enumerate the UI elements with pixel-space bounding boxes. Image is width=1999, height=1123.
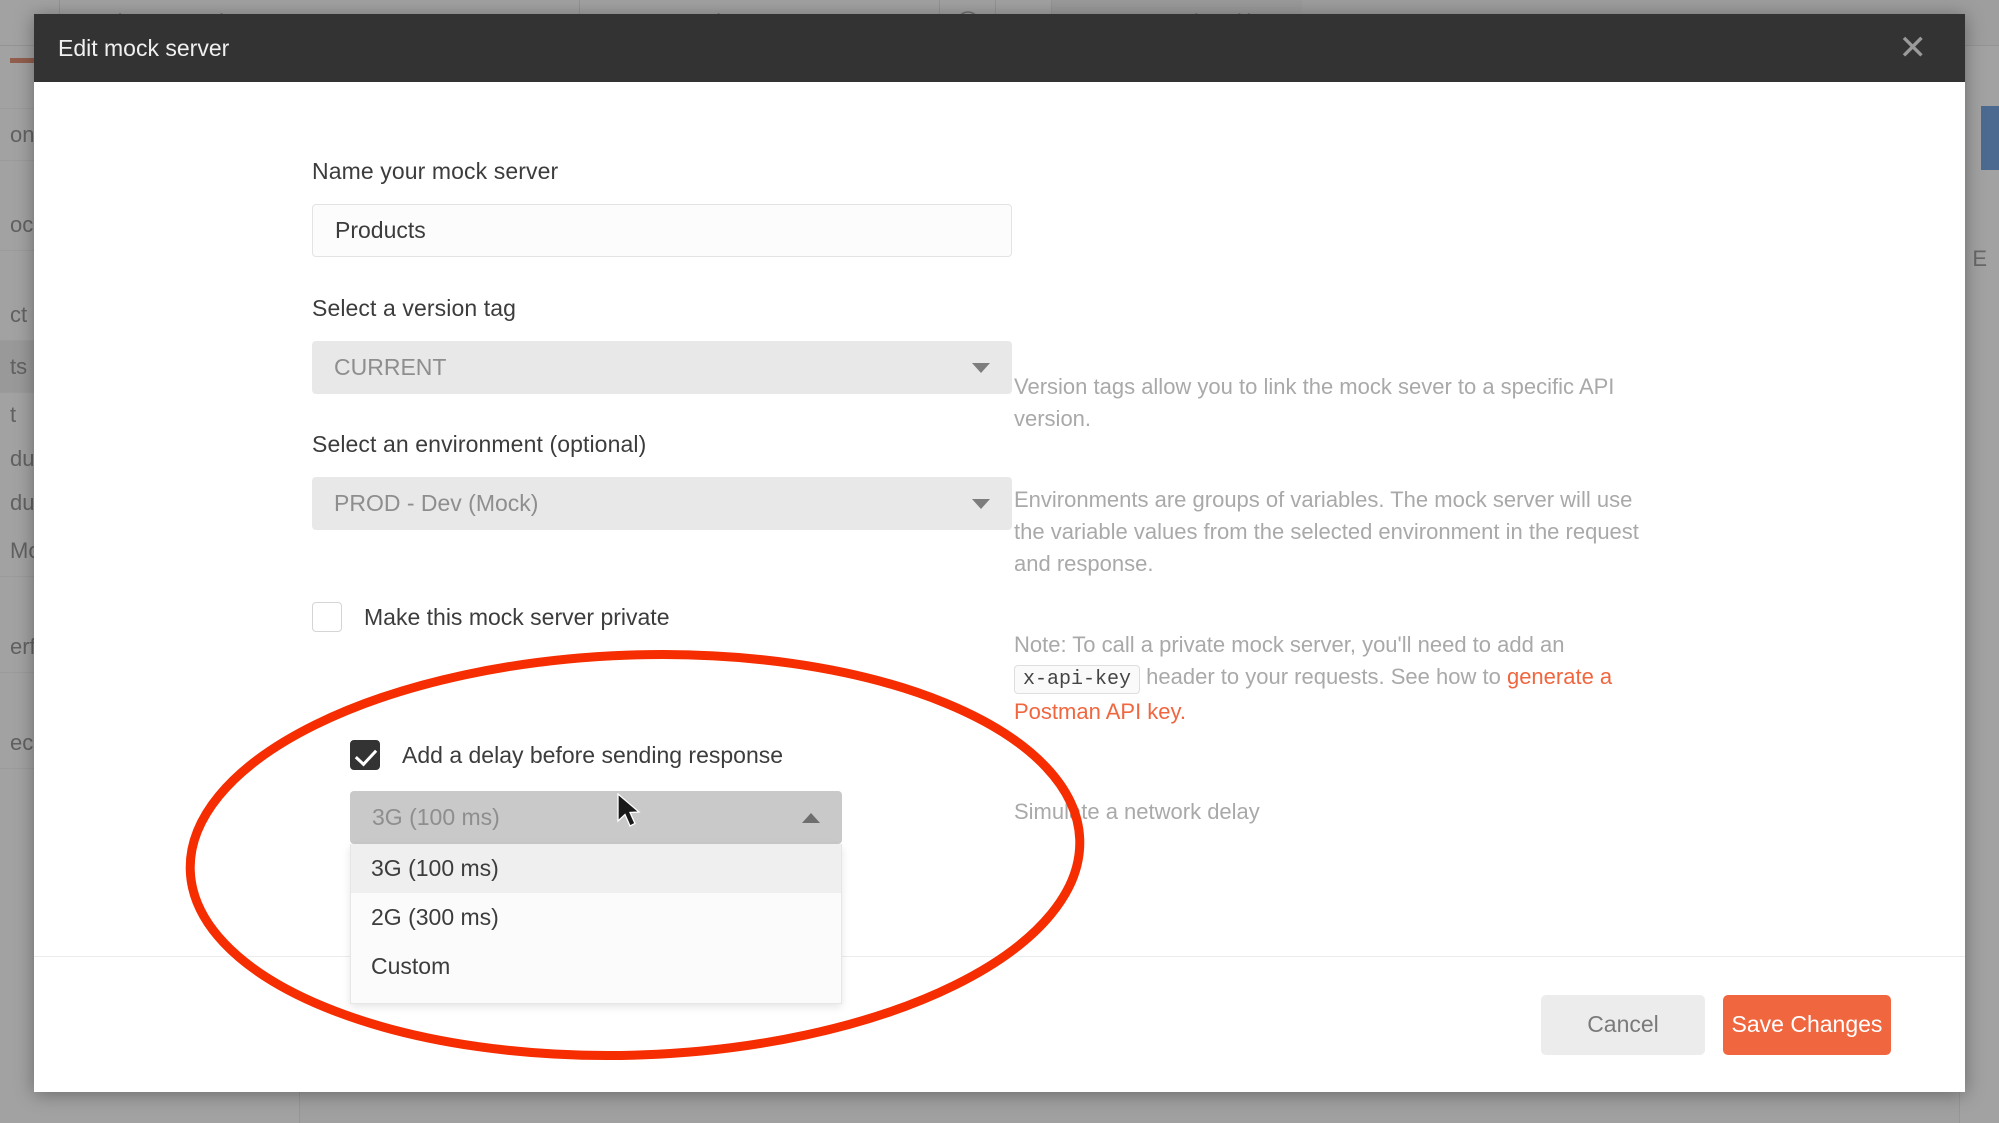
- modal-body: Name your mock server Select a version t…: [34, 82, 1965, 1092]
- add-delay-checkbox[interactable]: [350, 740, 380, 770]
- delay-select-value: 3G (100 ms): [372, 804, 500, 830]
- environment-value: PROD - Dev (Mock): [334, 490, 539, 516]
- private-checkbox-row[interactable]: Make this mock server private: [312, 602, 1012, 632]
- version-tag-help: Version tags allow you to link the mock …: [1014, 374, 1615, 431]
- make-private-label: Make this mock server private: [364, 603, 670, 630]
- dropdown-padding: [351, 991, 841, 1003]
- modal-title: Edit mock server: [58, 34, 230, 61]
- version-tag-label: Select a version tag: [312, 295, 517, 321]
- private-help-part2: header to your requests. See how to: [1146, 664, 1501, 689]
- make-private-checkbox[interactable]: [312, 602, 342, 632]
- chevron-up-icon: [802, 812, 820, 823]
- chevron-down-icon: [972, 362, 990, 373]
- delay-option-custom[interactable]: Custom: [351, 942, 841, 991]
- private-help-part1: Note: To call a private mock server, you…: [1014, 632, 1565, 657]
- save-changes-button[interactable]: Save Changes: [1723, 994, 1891, 1055]
- environment-label: Select an environment (optional): [312, 431, 647, 457]
- delay-checkbox-row[interactable]: Add a delay before sending response: [350, 740, 1012, 770]
- mock-server-name-input[interactable]: [312, 204, 1012, 257]
- edit-mock-server-modal: Edit mock server ✕ Name your mock server…: [34, 14, 1965, 1092]
- version-tag-value: CURRENT: [334, 354, 447, 380]
- delay-help: Simulate a network delay: [1014, 799, 1260, 824]
- environment-select[interactable]: PROD - Dev (Mock): [312, 477, 1012, 530]
- delay-options-dropdown: 3G (100 ms) 2G (300 ms) Custom: [350, 844, 842, 1004]
- delay-option-label: 2G (300 ms): [371, 904, 499, 930]
- name-field-label: Name your mock server: [312, 158, 559, 184]
- help-column: Version tags allow you to link the mock …: [1014, 82, 1714, 828]
- delay-option-2g[interactable]: 2G (300 ms): [351, 893, 841, 942]
- delay-option-label: 3G (100 ms): [371, 855, 499, 881]
- api-key-header-code: x-api-key: [1014, 665, 1141, 694]
- environment-help: Environments are groups of variables. Th…: [1014, 487, 1639, 576]
- delay-option-3g[interactable]: 3G (100 ms): [351, 844, 841, 893]
- private-help: Note: To call a private mock server, you…: [1014, 629, 1694, 728]
- cancel-button[interactable]: Cancel: [1541, 994, 1705, 1055]
- form-column: Name your mock server Select a version t…: [312, 82, 1012, 1004]
- version-tag-select[interactable]: CURRENT: [312, 341, 1012, 394]
- close-icon[interactable]: ✕: [1891, 27, 1936, 69]
- modal-footer: Cancel Save Changes: [34, 956, 1965, 1092]
- add-delay-label: Add a delay before sending response: [402, 741, 784, 768]
- delay-option-label: Custom: [371, 953, 451, 979]
- chevron-down-icon: [972, 498, 990, 509]
- delay-select-wrapper: 3G (100 ms) 3G (100 ms) 2G (300 ms) Cust…: [350, 791, 842, 1004]
- modal-header: Edit mock server ✕: [34, 14, 1965, 82]
- mouse-cursor: [617, 793, 641, 827]
- delay-select[interactable]: 3G (100 ms): [350, 791, 842, 844]
